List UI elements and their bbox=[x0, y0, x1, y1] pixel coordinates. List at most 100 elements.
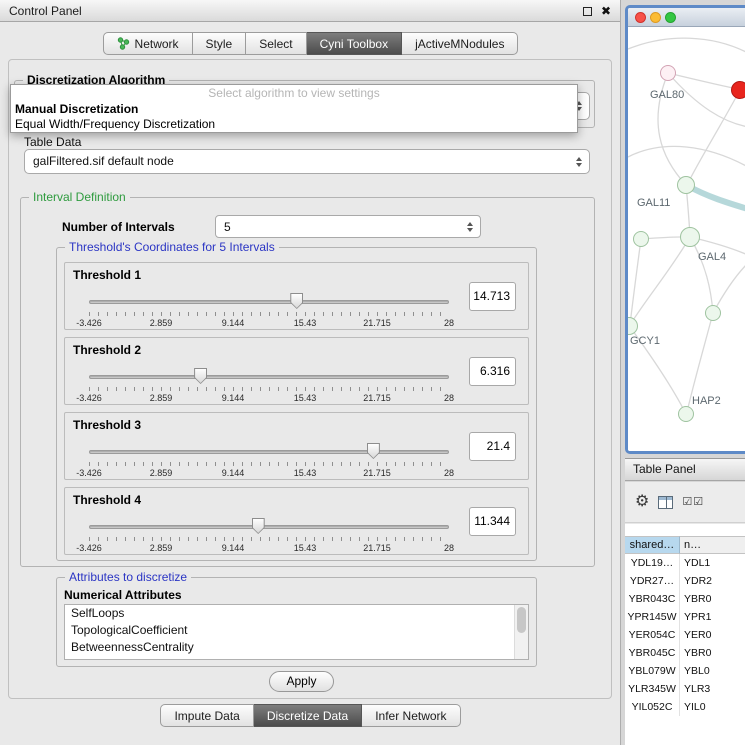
slider-track[interactable] bbox=[89, 450, 449, 454]
slider-tick-labels: -3.4262.8599.14415.4321.71528 bbox=[89, 468, 449, 479]
network-node-label: GAL80 bbox=[650, 89, 684, 101]
tab-cyni-toolbox[interactable]: Cyni Toolbox bbox=[307, 32, 402, 55]
threshold-slider[interactable]: -3.4262.8599.14415.4321.71528 bbox=[89, 368, 449, 404]
close-traffic-light[interactable] bbox=[635, 12, 646, 23]
tab-impute-data[interactable]: Impute Data bbox=[160, 704, 253, 727]
network-node[interactable] bbox=[633, 231, 649, 247]
threshold-label: Threshold 2 bbox=[73, 343, 141, 357]
table-row[interactable]: YIL052CYIL0 bbox=[625, 698, 745, 716]
network-node[interactable] bbox=[731, 81, 745, 99]
tab-infer-network[interactable]: Infer Network bbox=[362, 704, 460, 727]
dropdown-option-equal-width[interactable]: Equal Width/Frequency Discretization bbox=[11, 117, 577, 132]
tab-jactivemodules[interactable]: jActiveMNodules bbox=[402, 32, 518, 55]
table-cell[interactable]: YDL19… bbox=[625, 554, 680, 572]
attributes-list[interactable]: SelfLoops TopologicalCoefficient Between… bbox=[64, 604, 529, 660]
tab-network[interactable]: Network bbox=[103, 32, 193, 55]
threshold-slider[interactable]: -3.4262.8599.14415.4321.71528 bbox=[89, 443, 449, 479]
slider-track[interactable] bbox=[89, 300, 449, 304]
table-row[interactable]: YBL079WYBL0 bbox=[625, 662, 745, 680]
scrollbar[interactable] bbox=[514, 605, 528, 659]
apply-button[interactable]: Apply bbox=[269, 671, 334, 692]
slider-thumb[interactable] bbox=[194, 368, 207, 384]
dropdown-hint: Select algorithm to view settings bbox=[11, 85, 577, 102]
table-cell[interactable]: YER054C bbox=[625, 626, 680, 644]
table-data-value: galFiltered.sif default node bbox=[25, 150, 589, 173]
column-header-name[interactable]: n… bbox=[680, 536, 745, 554]
list-item[interactable]: BetweennessCentrality bbox=[65, 639, 528, 656]
float-window-icon[interactable] bbox=[583, 7, 592, 16]
slider-track[interactable] bbox=[89, 375, 449, 379]
number-of-intervals-combobox[interactable]: 5 bbox=[215, 215, 481, 238]
table-row[interactable]: YLR345WYLR3 bbox=[625, 680, 745, 698]
threshold-panel: Threshold 1 -3.4262.8599.14415.4321.7152… bbox=[64, 262, 529, 330]
table-row[interactable]: YBR043CYBR0 bbox=[625, 590, 745, 608]
table-cell[interactable]: YBR0 bbox=[680, 644, 745, 662]
slider-thumb[interactable] bbox=[367, 443, 380, 459]
table-row[interactable]: YDL19…YDL1 bbox=[625, 554, 745, 572]
slider-thumb[interactable] bbox=[290, 293, 303, 309]
table-cell[interactable]: YDL1 bbox=[680, 554, 745, 572]
columns-icon[interactable] bbox=[658, 496, 673, 509]
dropdown-option-manual[interactable]: Manual Discretization bbox=[11, 102, 577, 117]
tick-label: -3.426 bbox=[76, 468, 102, 478]
slider-track[interactable] bbox=[89, 525, 449, 529]
table-cell[interactable]: YDR27… bbox=[625, 572, 680, 590]
threshold-slider[interactable]: -3.4262.8599.14415.4321.71528 bbox=[89, 293, 449, 329]
network-node[interactable] bbox=[680, 227, 700, 247]
close-icon[interactable]: ✖ bbox=[601, 5, 611, 17]
scrollbar-thumb[interactable] bbox=[517, 607, 526, 633]
network-node[interactable] bbox=[677, 176, 695, 194]
threshold-label: Threshold 4 bbox=[73, 493, 141, 507]
tab-select[interactable]: Select bbox=[246, 32, 306, 55]
attributes-group-title: Attributes to discretize bbox=[65, 570, 191, 585]
table-cell[interactable]: YLR345W bbox=[625, 680, 680, 698]
column-header-shared-name[interactable]: shared… bbox=[625, 536, 680, 554]
table-row[interactable]: YDR27…YDR2 bbox=[625, 572, 745, 590]
table-row[interactable]: YBR045CYBR0 bbox=[625, 644, 745, 662]
table-cell[interactable]: YLR3 bbox=[680, 680, 745, 698]
network-canvas[interactable]: GAL80GAL11GAL4GCY1HAP2 bbox=[628, 27, 745, 451]
network-node[interactable] bbox=[660, 65, 676, 81]
table-cell[interactable]: YPR1 bbox=[680, 608, 745, 626]
tick-label: 9.144 bbox=[222, 318, 245, 328]
table-row[interactable]: YER054CYER0 bbox=[625, 626, 745, 644]
minimize-traffic-light[interactable] bbox=[650, 12, 661, 23]
table-cell[interactable]: YIL0 bbox=[680, 698, 745, 716]
slider-thumb[interactable] bbox=[252, 518, 265, 534]
algorithm-dropdown-list: Select algorithm to view settings Manual… bbox=[10, 84, 578, 133]
select-checkboxes-icon[interactable]: ☑☑ bbox=[682, 497, 704, 508]
threshold-value-field[interactable]: 11.344 bbox=[469, 507, 516, 536]
tick-label: 9.144 bbox=[222, 543, 245, 553]
zoom-traffic-light[interactable] bbox=[665, 12, 676, 23]
tab-style[interactable]: Style bbox=[193, 32, 247, 55]
table-cell[interactable]: YPR145W bbox=[625, 608, 680, 626]
threshold-value-field[interactable]: 6.316 bbox=[469, 357, 516, 386]
table-row[interactable]: YPR145WYPR1 bbox=[625, 608, 745, 626]
table-data-combobox[interactable]: galFiltered.sif default node bbox=[24, 149, 590, 174]
tick-label: 2.859 bbox=[150, 393, 173, 403]
slider-tick-labels: -3.4262.8599.14415.4321.71528 bbox=[89, 393, 449, 404]
gear-icon[interactable]: ⚙ bbox=[635, 494, 649, 510]
list-item[interactable]: TopologicalCoefficient bbox=[65, 622, 528, 639]
tab-discretize-data[interactable]: Discretize Data bbox=[254, 704, 362, 727]
table-cell[interactable]: YBR045C bbox=[625, 644, 680, 662]
network-node[interactable] bbox=[705, 305, 721, 321]
threshold-label: Threshold 3 bbox=[73, 418, 141, 432]
table-cell[interactable]: YER0 bbox=[680, 626, 745, 644]
threshold-value-field[interactable]: 21.4 bbox=[469, 432, 516, 461]
table-cell[interactable]: YDR2 bbox=[680, 572, 745, 590]
table-cell[interactable]: YIL052C bbox=[625, 698, 680, 716]
table-data-label: Table Data bbox=[24, 135, 81, 149]
control-panel-titlebar: Control Panel ✖ bbox=[0, 0, 620, 22]
table-cell[interactable]: YBL0 bbox=[680, 662, 745, 680]
threshold-slider[interactable]: -3.4262.8599.14415.4321.71528 bbox=[89, 518, 449, 554]
table-cell[interactable]: YBR043C bbox=[625, 590, 680, 608]
threshold-value-field[interactable]: 14.713 bbox=[469, 282, 516, 311]
stepper-arrows-icon bbox=[576, 157, 582, 167]
list-item[interactable]: SelfLoops bbox=[65, 605, 528, 622]
table-cell[interactable]: YBR0 bbox=[680, 590, 745, 608]
network-view-window: GAL80GAL11GAL4GCY1HAP2 bbox=[625, 5, 745, 454]
tick-label: 28 bbox=[444, 318, 454, 328]
table-cell[interactable]: YBL079W bbox=[625, 662, 680, 680]
network-node[interactable] bbox=[678, 406, 694, 422]
